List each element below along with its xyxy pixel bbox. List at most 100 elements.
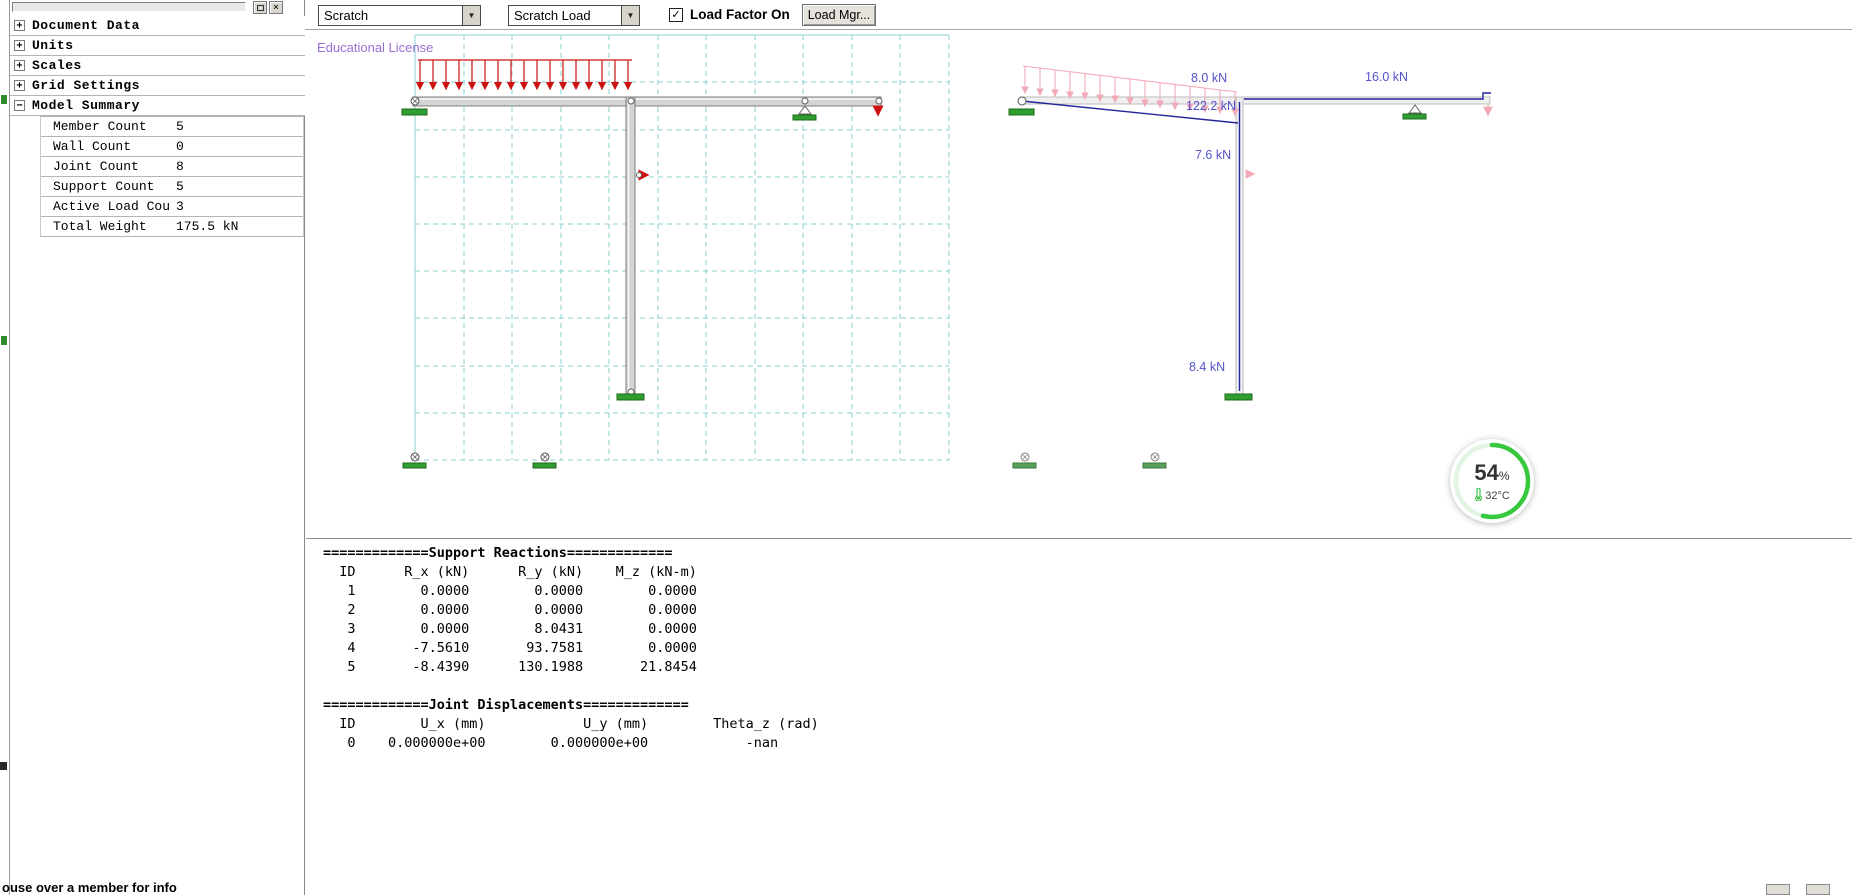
summary-row-member-count: Member Count 5 — [41, 117, 303, 137]
summary-label: Joint Count — [53, 159, 139, 174]
performance-badge[interactable]: 54% 32°C — [1450, 439, 1534, 523]
summary-label: Wall Count — [53, 139, 132, 154]
support-reactions-columns: ID R_x (kN) R_y (kN) M_z (kN-m) — [323, 564, 697, 580]
expand-icon[interactable]: + — [14, 60, 25, 71]
close-icon: × — [272, 2, 280, 13]
tree-item-label: Model Summary — [32, 98, 140, 113]
model-canvas[interactable]: 8.0 kN 122.2 kN 16.0 kN 7.6 kN 8.4 kN — [305, 30, 1852, 538]
scrollbar-button[interactable] — [1766, 884, 1790, 895]
summary-value: 5 — [176, 119, 184, 134]
tree-item-document-data[interactable]: + Document Data — [10, 16, 305, 36]
expand-icon[interactable]: + — [14, 20, 25, 31]
license-watermark: Educational License — [317, 40, 434, 55]
badge-percent-value: 54 — [1474, 460, 1499, 485]
restore-panel-button[interactable] — [253, 1, 267, 14]
restore-icon — [256, 5, 264, 11]
support-reaction-row: 2 0.0000 0.0000 0.0000 — [323, 602, 697, 618]
joint-displacement-row: 0 0.000000e+00 0.000000e+00 -nan — [323, 735, 779, 749]
panel-scrollbar[interactable] — [12, 2, 246, 12]
force-label-8kn: 8.0 kN — [1191, 71, 1227, 85]
output-panel[interactable]: =============Support Reactions==========… — [306, 538, 1852, 749]
load-factor-checkbox[interactable]: ✓ — [669, 8, 683, 22]
result-point-loads — [1245, 105, 1493, 179]
tree-item-label: Grid Settings — [32, 78, 140, 93]
orphan-support-result-1[interactable] — [1012, 452, 1037, 469]
tree-item-scales[interactable]: + Scales — [10, 56, 305, 76]
summary-label: Member Count — [53, 119, 147, 134]
summary-value: 0 — [176, 139, 184, 154]
scrollbar-button[interactable] — [1806, 884, 1830, 895]
support-reaction-row: 5 -8.4390 130.1988 21.8454 — [323, 659, 697, 675]
load-manager-button[interactable]: Load Mgr... — [802, 4, 876, 26]
roller-support[interactable] — [792, 105, 817, 121]
summary-value: 5 — [176, 179, 184, 194]
expand-icon[interactable]: + — [14, 40, 25, 51]
app-window: × + Document Data + Units + Scales + Gri… — [0, 0, 1852, 895]
orphan-support-1[interactable] — [402, 452, 427, 469]
collapse-icon[interactable]: − — [14, 100, 25, 111]
statusbar-hint: ouse over a member for info — [2, 880, 177, 895]
load-case-value: Scratch — [324, 8, 369, 23]
dock-marker-icon — [1, 95, 7, 104]
result-frame[interactable] — [1019, 96, 1491, 395]
summary-row-joint-count: Joint Count 8 — [41, 157, 303, 177]
fixed-support[interactable] — [616, 393, 645, 401]
thermometer-icon — [1475, 487, 1483, 502]
load-case-combo[interactable]: Scratch ▼ — [318, 5, 481, 26]
model-view — [401, 59, 884, 469]
force-label-7-6kn: 7.6 kN — [1195, 148, 1231, 162]
support-reaction-row: 1 0.0000 0.0000 0.0000 — [323, 583, 697, 599]
force-labels: 8.0 kN 122.2 kN 16.0 kN 7.6 kN 8.4 kN — [1186, 70, 1408, 374]
roller-support-result[interactable] — [1402, 104, 1427, 120]
settings-tree: + Document Data + Units + Scales + Grid … — [10, 16, 305, 116]
badge-percent: 54% — [1450, 460, 1534, 486]
tree-item-label: Units — [32, 38, 74, 53]
chevron-down-icon[interactable]: ▼ — [621, 6, 639, 25]
joint-displacements-header: =============Joint Displacements========… — [323, 697, 689, 713]
summary-row-support-count: Support Count 5 — [41, 177, 303, 197]
force-label-8-4kn: 8.4 kN — [1189, 360, 1225, 374]
summary-value: 3 — [176, 199, 184, 214]
load-pattern-combo[interactable]: Scratch Load ▼ — [508, 5, 640, 26]
force-label-16kn: 16.0 kN — [1365, 70, 1408, 84]
tree-item-grid-settings[interactable]: + Grid Settings — [10, 76, 305, 96]
summary-row-active-load-count: Active Load Cou 3 — [41, 197, 303, 217]
close-panel-button[interactable]: × — [269, 1, 283, 14]
distributed-load[interactable] — [415, 59, 633, 91]
load-factor-label[interactable]: Load Factor On — [690, 7, 790, 22]
badge-percent-symbol: % — [1498, 469, 1510, 483]
tree-item-label: Document Data — [32, 18, 140, 33]
badge-temperature: 32°C — [1450, 487, 1534, 502]
beam-member[interactable] — [412, 96, 882, 107]
summary-row-total-weight: Total Weight 175.5 kN — [41, 217, 303, 237]
summary-row-wall-count: Wall Count 0 — [41, 137, 303, 157]
support-reactions-header: =============Support Reactions==========… — [323, 545, 673, 561]
dock-strip — [0, 0, 10, 895]
model-viewport[interactable]: 8.0 kN 122.2 kN 16.0 kN 7.6 kN 8.4 kN Ed… — [305, 30, 1852, 538]
chevron-down-icon[interactable]: ▼ — [462, 6, 480, 25]
badge-temperature-value: 32°C — [1485, 490, 1510, 502]
force-label-122kn: 122.2 kN — [1186, 99, 1236, 113]
support-reaction-row: 3 0.0000 8.0431 0.0000 — [323, 621, 697, 637]
load-pattern-value: Scratch Load — [514, 8, 591, 23]
force-diagram — [1021, 92, 1491, 391]
support-reaction-row: 4 -7.5610 93.7581 0.0000 — [323, 640, 697, 656]
top-toolbar: Scratch ▼ Scratch Load ▼ ✓ Load Factor O… — [305, 0, 1852, 30]
column-member[interactable] — [625, 96, 636, 395]
tree-item-label: Scales — [32, 58, 82, 73]
properties-panel: × + Document Data + Units + Scales + Gri… — [10, 0, 305, 895]
fixed-support-result[interactable] — [1224, 393, 1253, 401]
tree-item-model-summary[interactable]: − Model Summary — [10, 96, 305, 116]
summary-label: Support Count — [53, 179, 155, 194]
expand-icon[interactable]: + — [14, 80, 25, 91]
summary-value: 8 — [176, 159, 184, 174]
dock-marker-icon — [0, 762, 7, 770]
joint-displacements-columns: ID U_x (mm) U_y (mm) Theta_z (rad) — [323, 716, 819, 732]
summary-value: 175.5 kN — [176, 219, 239, 234]
summary-label: Total Weight — [53, 219, 147, 234]
tree-item-units[interactable]: + Units — [10, 36, 305, 56]
dock-marker-icon — [1, 336, 7, 345]
result-view: 8.0 kN 122.2 kN 16.0 kN 7.6 kN 8.4 kN — [1008, 65, 1493, 469]
orphan-support-result-2[interactable] — [1142, 452, 1167, 469]
